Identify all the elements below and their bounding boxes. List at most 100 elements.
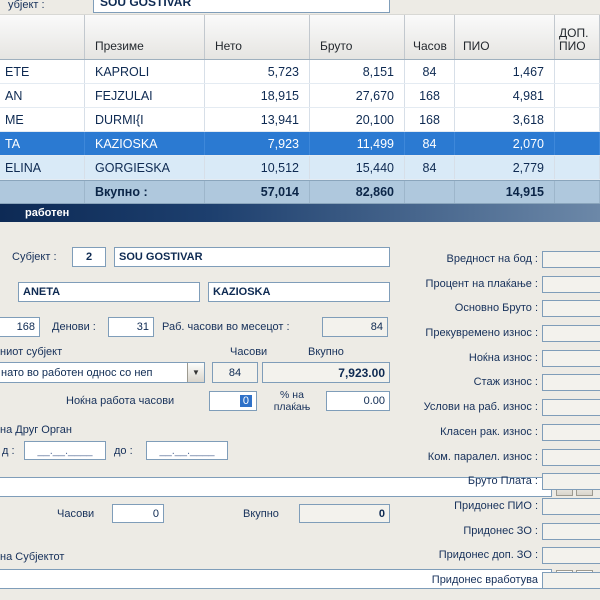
month-hours-label: Раб. часови во месецот :: [162, 321, 290, 333]
right-field-row: Вредност на бод :: [330, 251, 600, 268]
org-hours-field[interactable]: 0: [112, 504, 164, 523]
cell-bruto: 20,100: [310, 108, 405, 131]
cell-hours: 84: [405, 132, 455, 155]
cell-dop: [555, 84, 600, 107]
cell-neto: 18,915: [205, 84, 310, 107]
col-dop-line2: ПИО: [559, 40, 588, 53]
cell-pio: 3,618: [455, 108, 555, 131]
field-label: Бруто Плата :: [468, 475, 538, 487]
right-field-row: Прекувремено износ :: [330, 325, 600, 342]
value-field[interactable]: [542, 276, 600, 293]
value-field[interactable]: [542, 399, 600, 416]
days-field[interactable]: 31: [108, 317, 154, 337]
first-name-field[interactable]: ANETA: [18, 282, 200, 302]
percent-pay-label-line1: % на: [280, 389, 304, 401]
value-field[interactable]: [542, 449, 600, 466]
cell-name: ME: [0, 108, 85, 131]
total-pio: 14,915: [455, 181, 555, 203]
total-bruto: 82,860: [310, 181, 405, 203]
value-field[interactable]: [542, 498, 600, 515]
value-field[interactable]: [542, 473, 600, 490]
value-field[interactable]: [542, 350, 600, 367]
cell-bruto: 15,440: [310, 156, 405, 179]
total-neto: 57,014: [205, 181, 310, 203]
field-label: Основно Бруто :: [455, 302, 538, 314]
left-hours-field[interactable]: 168: [0, 317, 40, 337]
employee-table: Презиме Нето Бруто Часов ПИО ДОП. ПИО ET…: [0, 14, 600, 204]
table-row[interactable]: ELINA GORGIESKA 10,512 15,440 84 2,779: [0, 156, 600, 180]
percent-pay-label-line2: плаќањ: [274, 401, 311, 413]
value-field[interactable]: [542, 374, 600, 391]
org-hours-label: Часови: [57, 508, 94, 520]
col-name: [0, 15, 85, 59]
cell-dop: [555, 156, 600, 179]
table-row[interactable]: ETE KAPROLI 5,723 8,151 84 1,467: [0, 60, 600, 84]
cell-pio: 2,070: [455, 132, 555, 155]
cell-hours: 84: [405, 156, 455, 179]
cell-surname: KAZIOSKA: [85, 132, 205, 155]
subject-section-label: ниот субјект: [0, 346, 62, 358]
right-field-row: Стаж износ :: [330, 374, 600, 391]
employment-type-dropdown[interactable]: нато во работен однос со неп ▼: [0, 362, 205, 383]
subject-field-top[interactable]: SOU GOSTIVAR: [93, 0, 390, 13]
col-neto: Нето: [205, 15, 310, 59]
value-field[interactable]: [542, 300, 600, 317]
col-dop-pio: ДОП. ПИО: [555, 15, 600, 59]
cell-neto: 5,723: [205, 60, 310, 83]
cell-bruto: 27,670: [310, 84, 405, 107]
date-to-label: до :: [114, 445, 133, 457]
value-field[interactable]: [542, 547, 600, 564]
value-field[interactable]: [542, 251, 600, 268]
cell-hours: 168: [405, 84, 455, 107]
table-row[interactable]: ME DURMI{I 13,941 20,100 168 3,618: [0, 108, 600, 132]
employee-window-titlebar: работен: [0, 204, 600, 222]
value-field[interactable]: [542, 325, 600, 342]
total-label: Вкупно :: [85, 181, 205, 203]
subject-label-top: убјект :: [8, 0, 45, 11]
chevron-down-icon[interactable]: ▼: [187, 363, 204, 382]
field-label: Ком. паралел. износ :: [428, 451, 538, 463]
cell-pio: 4,981: [455, 84, 555, 107]
cell-bruto: 11,499: [310, 132, 405, 155]
right-field-row: Основно Бруто :: [330, 300, 600, 317]
field-label: Вредност на бод :: [447, 253, 539, 265]
subject-code-field[interactable]: 2: [72, 247, 106, 267]
percent-pay-label: % на плаќањ: [262, 389, 322, 413]
table-row-selected[interactable]: TA KAZIOSKA 7,923 11,499 84 2,070: [0, 132, 600, 156]
cell-pio: 1,467: [455, 60, 555, 83]
date-from-label: д :: [2, 445, 15, 457]
cell-dop: [555, 132, 600, 155]
date-from-field[interactable]: __.__.____: [24, 441, 106, 460]
field-label: Стаж износ :: [474, 376, 538, 388]
subject-label: Субјект :: [12, 251, 57, 263]
total-empty: [0, 181, 85, 203]
cell-name: ETE: [0, 60, 85, 83]
cell-surname: GORGIESKA: [85, 156, 205, 179]
total-hours: [405, 181, 455, 203]
value-field[interactable]: [542, 572, 600, 589]
field-label: Придонес доп. ЗО :: [439, 549, 538, 561]
field-label: Процент на плаќање :: [426, 278, 538, 290]
hours-col-label: Часови: [230, 346, 267, 358]
night-hours-field[interactable]: 0: [209, 391, 257, 411]
cell-neto: 13,941: [205, 108, 310, 131]
right-field-row: Придонес ПИО :: [330, 498, 600, 515]
cell-name: TA: [0, 132, 85, 155]
app-window: убјект : SOU GOSTIVAR Презиме Нето Бруто…: [0, 0, 600, 600]
employment-type-value: нато во работен однос со неп: [1, 367, 153, 379]
field-label: Услови на раб. износ :: [424, 401, 538, 413]
right-field-row: Ком. паралел. износ :: [330, 449, 600, 466]
col-surname: Презиме: [85, 15, 205, 59]
field-label: Придонес ЗО :: [463, 525, 538, 537]
field-label: Класен рак. износ :: [440, 426, 538, 438]
value-field[interactable]: [542, 424, 600, 441]
right-field-row: Придонес ЗО :: [330, 523, 600, 540]
table-row[interactable]: AN FEJZULAI 18,915 27,670 168 4,981: [0, 84, 600, 108]
org-total-label: Вкупно: [243, 508, 279, 520]
date-to-field[interactable]: __.__.____: [146, 441, 228, 460]
col-pio: ПИО: [455, 15, 555, 59]
employment-hours-field[interactable]: 84: [212, 362, 258, 383]
cell-name: ELINA: [0, 156, 85, 179]
days-label: Денови :: [52, 321, 96, 333]
value-field[interactable]: [542, 523, 600, 540]
